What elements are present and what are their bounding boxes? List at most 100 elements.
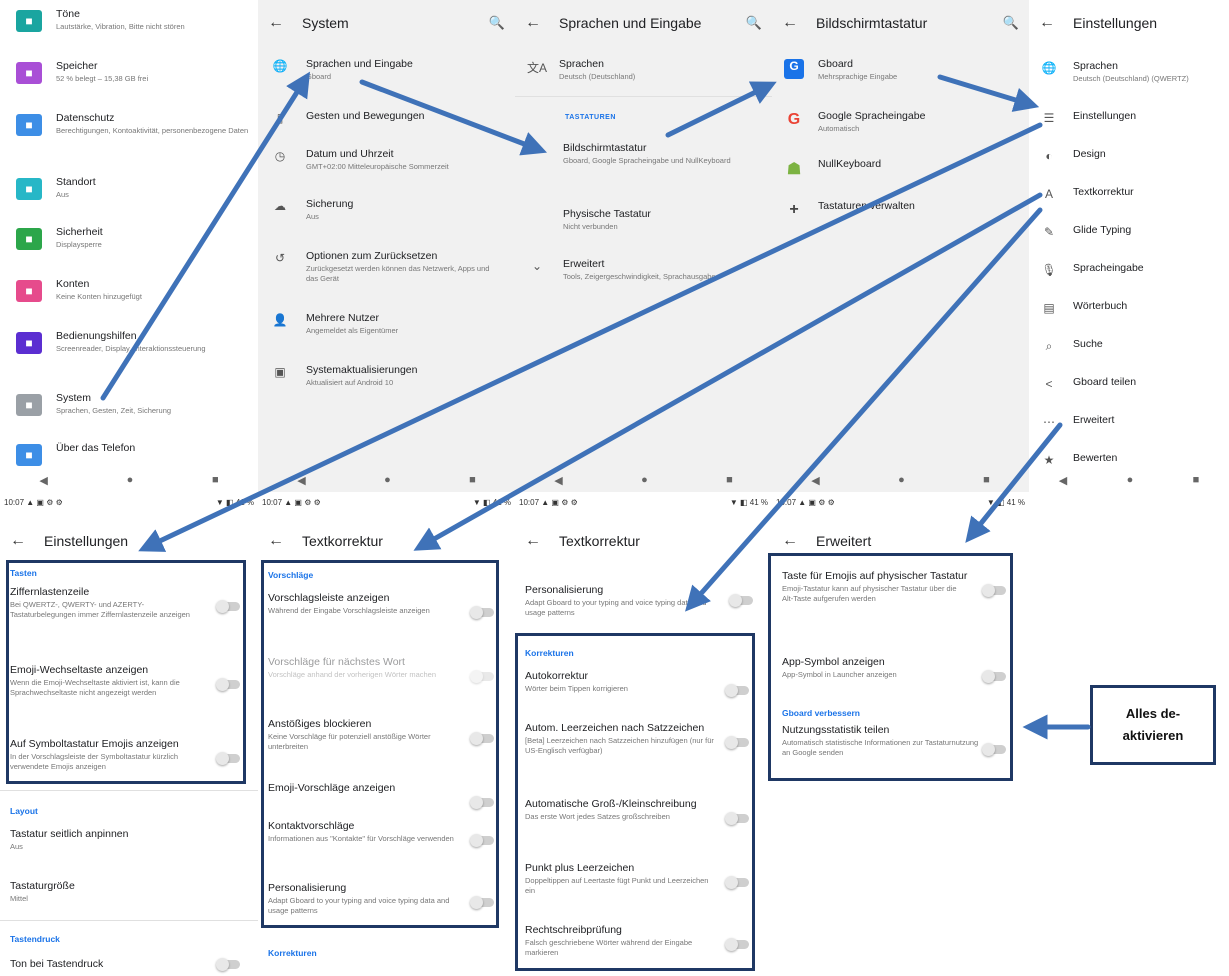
setting-row[interactable]: Punkt plus Leerzeichen Doppeltippen auf L… <box>515 862 727 896</box>
usage-stats-toggle[interactable] <box>982 743 1006 756</box>
setting-toggle[interactable] <box>470 732 494 745</box>
system-item[interactable]: ↺ Optionen zum Zurücksetzen Zurückgesetzt … <box>258 250 515 284</box>
gboard-menu-item[interactable]: 🌐 Sprachen Deutsch (Deutschland) (QWERTZ) <box>1029 60 1229 84</box>
setting-toggle[interactable] <box>725 876 749 889</box>
nav-recent-button[interactable]: ■ <box>983 474 990 486</box>
gboard-menu-item[interactable]: ⌕ Suche <box>1029 338 1229 354</box>
settings-item[interactable]: ■ Sicherheit Displaysperre <box>8 226 258 250</box>
search-icon[interactable]: 🔍 <box>746 15 762 31</box>
setting-toggle[interactable] <box>470 606 494 619</box>
setting-toggle[interactable] <box>470 796 494 809</box>
nav-recent-button[interactable]: ■ <box>469 474 476 486</box>
nav-back-button[interactable]: ◀ <box>1059 474 1067 487</box>
setting-toggle[interactable] <box>470 670 494 683</box>
setting-row[interactable]: Emoji-Vorschläge anzeigen <box>258 782 470 795</box>
system-item[interactable]: ☁ Sicherung Aus <box>258 198 515 222</box>
nav-back-button[interactable]: ◀ <box>297 474 305 487</box>
back-arrow-icon[interactable]: ← <box>782 532 804 550</box>
setting-toggle[interactable] <box>982 670 1006 683</box>
keyboard-setting-item[interactable]: ⌄ Erweitert Tools, Zeigergeschwindigkeit, … <box>515 258 772 282</box>
nav-home-button[interactable]: ● <box>898 474 905 486</box>
system-item[interactable]: ▯ Gesten und Bewegungen <box>258 110 515 125</box>
setting-row[interactable]: Vorschlagsleiste anzeigen Während der Ein… <box>258 592 470 616</box>
setting-row[interactable]: Kontaktvorschläge Informationen aus "Kont… <box>258 820 470 844</box>
gboard-menu-item[interactable]: ◐ Design <box>1029 148 1229 163</box>
gboard-menu-item[interactable]: < Gboard teilen <box>1029 376 1229 391</box>
setting-row[interactable]: Automatische Groß-/Kleinschreibung Das er… <box>515 798 727 822</box>
setting-row[interactable]: Auf Symboltastatur Emojis anzeigen In der… <box>0 738 208 772</box>
nav-recent-button[interactable]: ■ <box>726 474 733 486</box>
nav-back-button[interactable]: ◀ <box>811 474 819 487</box>
back-arrow-icon[interactable]: ← <box>782 14 804 32</box>
settings-item[interactable]: ■ Bedienungshilfen Screenreader, Display, … <box>8 330 258 354</box>
usage-stats-row[interactable]: Nutzungsstatistik teilen Automatisch sta… <box>782 724 979 758</box>
setting-row[interactable]: Rechtschreibprüfung Falsch geschriebene W… <box>515 924 727 958</box>
nav-back-button[interactable]: ◀ <box>554 474 562 487</box>
gboard-menu-item[interactable]: ★ Bewerten <box>1029 452 1229 467</box>
nav-recent-button[interactable]: ■ <box>1193 474 1200 486</box>
personalization-toggle[interactable] <box>729 594 753 607</box>
layout-row[interactable]: Tastatur seitlich anpinnen Aus <box>10 828 248 852</box>
setting-row[interactable]: Autom. Leerzeichen nach Satzzeichen [Beta… <box>515 722 727 756</box>
keyboard-app-item[interactable]: ☗ NullKeyboard <box>772 158 1029 179</box>
search-icon[interactable]: 🔍 <box>1003 15 1019 31</box>
back-arrow-icon[interactable]: ← <box>10 532 32 550</box>
gboard-menu-item[interactable]: 🎙 Spracheingabe <box>1029 262 1229 277</box>
settings-item[interactable]: ■ Über das Telefon <box>8 442 258 466</box>
key-sound-row[interactable]: Ton bei Tastendruck <box>10 958 248 971</box>
nav-back-button[interactable]: ◀ <box>39 474 47 487</box>
setting-row[interactable]: Emoji-Wechseltaste anzeigen Wenn die Emoj… <box>0 664 208 698</box>
settings-item[interactable]: ■ Speicher 52 % belegt – 15,38 GB frei <box>8 60 258 84</box>
setting-toggle[interactable] <box>216 752 240 765</box>
back-arrow-icon[interactable]: ← <box>268 532 290 550</box>
settings-item[interactable]: ■ System Sprachen, Gesten, Zeit, Sicherung <box>8 392 258 416</box>
system-item[interactable]: ▣ Systemaktualisierungen Aktualisiert auf … <box>258 364 515 388</box>
setting-row[interactable]: Vorschläge für nächstes Wort Vorschläge a… <box>258 656 470 680</box>
layout-row[interactable]: Tastaturgröße Mittel <box>10 880 248 904</box>
setting-toggle[interactable] <box>725 684 749 697</box>
gboard-menu-item[interactable]: ☰ Einstellungen <box>1029 110 1229 125</box>
gboard-menu-item[interactable]: ✎ Glide Typing <box>1029 224 1229 239</box>
setting-toggle[interactable] <box>216 600 240 613</box>
back-arrow-icon[interactable]: ← <box>525 14 547 32</box>
back-arrow-icon[interactable]: ← <box>525 532 547 550</box>
settings-item[interactable]: ■ Konten Keine Konten hinzugefügt <box>8 278 258 302</box>
setting-toggle[interactable] <box>725 938 749 951</box>
languages-item[interactable]: 文A Sprachen Deutsch (Deutschland) <box>515 58 772 82</box>
nav-home-button[interactable]: ● <box>127 474 134 486</box>
setting-row[interactable]: App-Symbol anzeigen App-Symbol in Launche… <box>772 656 979 680</box>
system-item[interactable]: 👤 Mehrere Nutzer Angemeldet als Eigentümer <box>258 312 515 336</box>
personalization-row[interactable]: Personalisierung Adapt Gboard to your ty… <box>525 584 722 618</box>
setting-toggle[interactable] <box>470 896 494 909</box>
nav-home-button[interactable]: ● <box>1127 474 1134 486</box>
gboard-menu-item[interactable]: ▤ Wörterbuch <box>1029 300 1229 315</box>
keyboard-app-item[interactable]: G Gboard Mehrsprachige Eingabe <box>772 58 1029 82</box>
keyboard-app-item[interactable]: G Google Spracheingabe Automatisch <box>772 110 1029 134</box>
setting-row[interactable]: Autokorrektur Wörter beim Tippen korrigie… <box>515 670 727 694</box>
setting-toggle[interactable] <box>470 834 494 847</box>
setting-row[interactable]: Ziffernlastenzeile Bei QWERTZ-, QWERTY- u… <box>0 586 208 620</box>
setting-toggle[interactable] <box>982 584 1006 597</box>
gboard-menu-item[interactable]: A Textkorrektur <box>1029 186 1229 201</box>
setting-toggle[interactable] <box>216 678 240 691</box>
settings-item[interactable]: ■ Datenschutz Berechtigungen, Kontoaktivit… <box>8 112 258 136</box>
keyboard-app-item[interactable]: + Tastaturen verwalten <box>772 200 1029 219</box>
setting-toggle[interactable] <box>725 812 749 825</box>
back-arrow-icon[interactable]: ← <box>1039 14 1061 32</box>
nav-home-button[interactable]: ● <box>641 474 648 486</box>
settings-item[interactable]: ■ Töne Lautstärke, Vibration, Bitte nicht … <box>8 8 258 32</box>
setting-toggle[interactable] <box>725 736 749 749</box>
setting-row[interactable]: Taste für Emojis auf physischer Tastatur… <box>772 570 979 604</box>
setting-row[interactable]: Anstößiges blockieren Keine Vorschläge fü… <box>258 718 470 752</box>
system-item[interactable]: 🌐 Sprachen und Eingabe Gboard <box>258 58 515 82</box>
keyboard-setting-item[interactable]: Physische Tastatur Nicht verbunden <box>515 208 772 232</box>
nav-home-button[interactable]: ● <box>384 474 391 486</box>
setting-row[interactable]: Personalisierung Adapt Gboard to your typ… <box>258 882 470 916</box>
keyboard-setting-item[interactable]: Bildschirmtastatur Gboard, Google Sprache… <box>515 142 772 166</box>
settings-item[interactable]: ■ Standort Aus <box>8 176 258 200</box>
key-sound-toggle[interactable] <box>216 958 240 971</box>
search-icon[interactable]: 🔍 <box>489 15 505 31</box>
nav-recent-button[interactable]: ■ <box>212 474 219 486</box>
system-item[interactable]: ◷ Datum und Uhrzeit GMT+02:00 Mitteleuropä… <box>258 148 515 172</box>
back-arrow-icon[interactable]: ← <box>268 14 290 32</box>
